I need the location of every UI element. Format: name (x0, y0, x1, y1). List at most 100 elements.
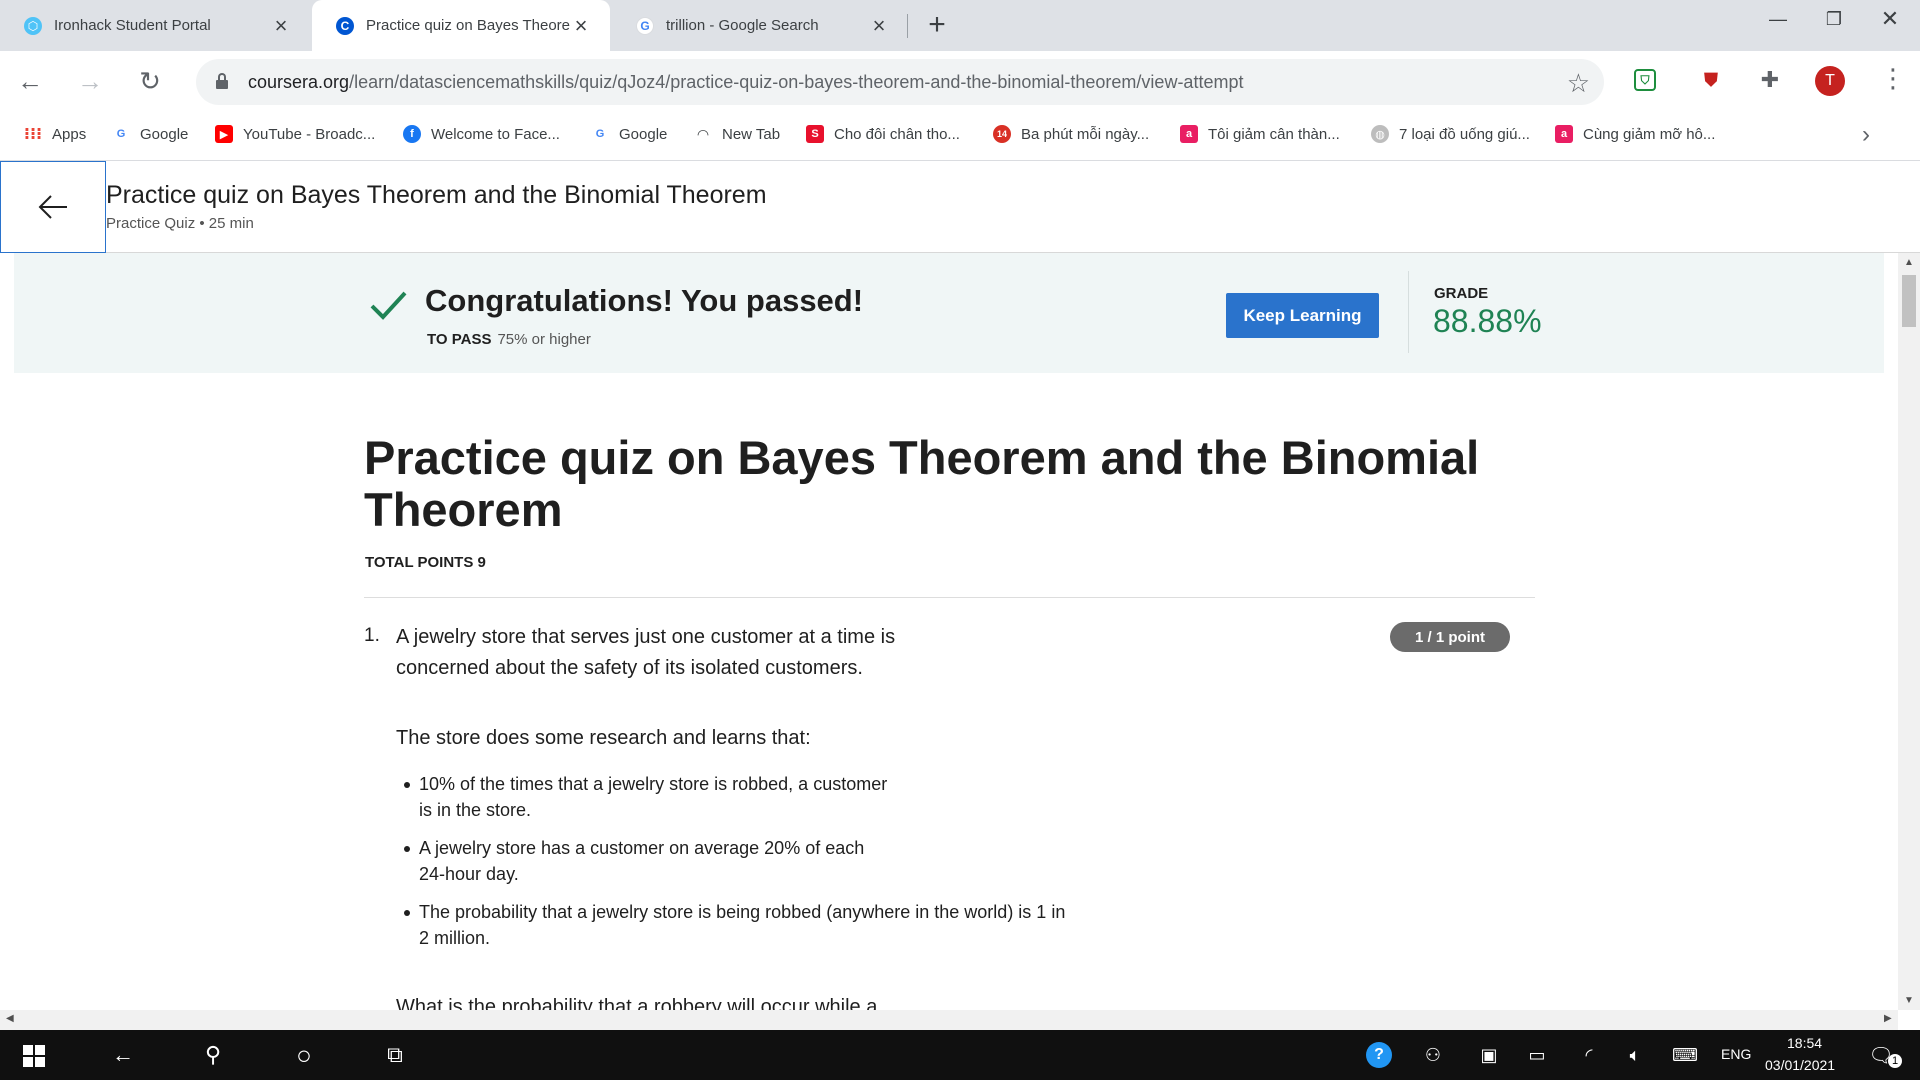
vertical-scrollbar[interactable]: ▲ ▼ (1898, 253, 1920, 1010)
chevron-right-icon[interactable]: › (1862, 121, 1870, 149)
question-line: concerned about the safety of its isolat… (396, 657, 863, 679)
to-pass-value: 75% or higher (497, 331, 591, 348)
points-badge: 1 / 1 point (1390, 622, 1510, 652)
back-button[interactable] (0, 161, 106, 253)
people-icon[interactable]: ⚇ (1418, 1040, 1448, 1070)
bookmark-toi-giam-can[interactable]: a Tôi giảm cân thàn... (1180, 125, 1340, 143)
close-tab-icon[interactable]: × (868, 13, 890, 38)
google-icon: G (112, 125, 130, 143)
extension-mcafee-icon[interactable]: ⛊ (1696, 65, 1726, 95)
newtab-icon: ◠ (694, 125, 712, 143)
battery-icon[interactable]: ▭ (1522, 1040, 1552, 1070)
url-text[interactable]: coursera.org/learn/datasciencemathskills… (248, 72, 1243, 93)
bookmark-label: YouTube - Broadc... (243, 125, 376, 143)
reload-icon[interactable]: ↻ (134, 65, 166, 97)
address-bar[interactable]: coursera.org/learn/datasciencemathskills… (196, 59, 1604, 105)
wifi-icon[interactable]: ◜ (1574, 1040, 1604, 1070)
close-tab-icon[interactable]: × (270, 13, 292, 38)
search-icon[interactable]: ⚲ (198, 1040, 228, 1070)
notification-count-badge: 1 (1888, 1054, 1902, 1068)
pass-banner: Congratulations! You passed! TO PASS 75% … (14, 253, 1884, 373)
bookmark-cung-giam-mo[interactable]: a Cùng giảm mỡ hô... (1555, 125, 1715, 143)
list-item: 10% of the times that a jewelry store is… (396, 771, 1096, 823)
list-item-line: 2 million. (419, 928, 491, 948)
extension-shield-icon[interactable]: ⛉ (1634, 69, 1656, 91)
meet-now-icon[interactable]: ▣ (1474, 1040, 1504, 1070)
item-title: Practice quiz on Bayes Theorem and the B… (106, 181, 767, 209)
google-icon: G (591, 125, 609, 143)
scroll-right-icon[interactable]: ▶ (1884, 1013, 1892, 1024)
item-subtitle: Practice Quiz • 25 min (106, 215, 254, 232)
bookmark-google-2[interactable]: G Google (591, 125, 667, 143)
course-item-header: Practice quiz on Bayes Theorem and the B… (0, 161, 1920, 253)
bookmark-label: Ba phút mỗi ngày... (1021, 125, 1150, 143)
back-arrow-icon[interactable]: ← (108, 1040, 138, 1070)
scroll-left-icon[interactable]: ◀ (6, 1013, 14, 1024)
bookmark-label: Cho đôi chân tho... (834, 125, 960, 143)
scroll-up-icon[interactable]: ▲ (1904, 257, 1914, 268)
new-tab-button[interactable]: + (922, 8, 952, 41)
bookmark-label: Tôi giảm cân thàn... (1208, 125, 1340, 143)
bookmark-new-tab[interactable]: ◠ New Tab (694, 125, 780, 143)
minimize-icon[interactable]: — (1750, 0, 1806, 38)
keep-learning-button[interactable]: Keep Learning (1226, 293, 1379, 338)
list-item-line: A jewelry store has a customer on averag… (419, 838, 865, 858)
volume-icon[interactable]: 🔈︎ (1620, 1040, 1650, 1070)
content-divider (364, 597, 1535, 598)
bookmark-ba-phut[interactable]: 14 Ba phút mỗi ngày... (993, 125, 1149, 143)
profile-avatar[interactable]: T (1815, 66, 1845, 96)
list-item: A jewelry store has a customer on averag… (396, 835, 1096, 887)
keyboard-icon[interactable]: ⌨ (1670, 1040, 1700, 1070)
total-points: TOTAL POINTS 9 (365, 554, 486, 571)
clock-time[interactable]: 18:54 (1787, 1035, 1822, 1051)
bookmark-label: Google (140, 125, 189, 143)
apps-grid-icon: ⁝⁝⁝ (23, 126, 43, 143)
bookmark-youtube[interactable]: ▶ YouTube - Broadc... (215, 125, 375, 143)
news14-icon: 14 (993, 125, 1011, 143)
browser-toolbar: ← → ↻ coursera.org/learn/datasciencemath… (0, 51, 1920, 111)
bookmark-cho-doi-chan[interactable]: S Cho đôi chân tho... (806, 125, 960, 143)
windows-start-icon[interactable] (23, 1045, 45, 1067)
restore-icon[interactable]: ❐ (1806, 0, 1862, 38)
bookmark-label: Welcome to Face... (431, 125, 560, 143)
bookmark-7-loai[interactable]: ◍ 7 loại đồ uống giú... (1371, 125, 1530, 143)
menu-kebab-icon[interactable]: ⋮ (1880, 63, 1906, 94)
question-line: A jewelry store that serves just one cus… (396, 626, 896, 648)
tab-ironhack[interactable]: ⬡ Ironhack Student Portal × (0, 0, 310, 51)
list-item: The probability that a jewelry store is … (396, 899, 1096, 951)
bookmarks-bar: ⁝⁝⁝ Apps G Google ▶ YouTube - Broadc... … (0, 111, 1920, 161)
close-tab-icon[interactable]: × (570, 13, 592, 38)
bookmark-star-icon[interactable]: ☆ (1567, 68, 1590, 99)
facebook-icon: f (403, 125, 421, 143)
globe-icon: ◍ (1371, 125, 1389, 143)
horizontal-scrollbar[interactable]: ◀ ▶ (0, 1010, 1898, 1030)
extensions-puzzle-icon[interactable]: ✚ (1755, 65, 1785, 95)
google-icon: G (636, 16, 654, 35)
pass-requirement: TO PASS 75% or higher (427, 331, 591, 348)
bookmark-label: Apps (52, 125, 87, 143)
bookmark-facebook[interactable]: f Welcome to Face... (403, 125, 560, 143)
scrollbar-thumb[interactable] (1902, 275, 1916, 327)
help-icon[interactable]: ? (1366, 1042, 1392, 1068)
grade-label: GRADE (1434, 285, 1489, 302)
forward-arrow-icon[interactable]: → (74, 65, 106, 97)
bookmark-google-1[interactable]: G Google (112, 125, 188, 143)
cortana-icon[interactable]: ○ (289, 1040, 319, 1070)
lock-icon[interactable] (216, 73, 228, 89)
a-icon: a (1555, 125, 1573, 143)
task-view-icon[interactable]: ⧉ (380, 1040, 410, 1070)
tab-title: Practice quiz on Bayes Theorem (366, 17, 570, 34)
tab-separator (907, 14, 908, 38)
fact-list: 10% of the times that a jewelry store is… (396, 771, 1096, 963)
research-intro: The store does some research and learns … (396, 727, 811, 749)
tab-coursera[interactable]: C Practice quiz on Bayes Theorem × (312, 0, 610, 51)
bookmark-apps[interactable]: ⁝⁝⁝ Apps (23, 125, 87, 144)
tab-google-search[interactable]: G trillion - Google Search × (612, 0, 908, 51)
scroll-down-icon[interactable]: ▼ (1904, 995, 1914, 1006)
to-pass-label: TO PASS (427, 331, 492, 348)
list-item-line: is in the store. (419, 800, 532, 820)
window-close-icon[interactable]: ✕ (1862, 0, 1918, 38)
back-arrow-icon[interactable]: ← (14, 65, 46, 97)
language-indicator[interactable]: ENG (1721, 1046, 1751, 1062)
clock-date[interactable]: 03/01/2021 (1765, 1057, 1835, 1073)
